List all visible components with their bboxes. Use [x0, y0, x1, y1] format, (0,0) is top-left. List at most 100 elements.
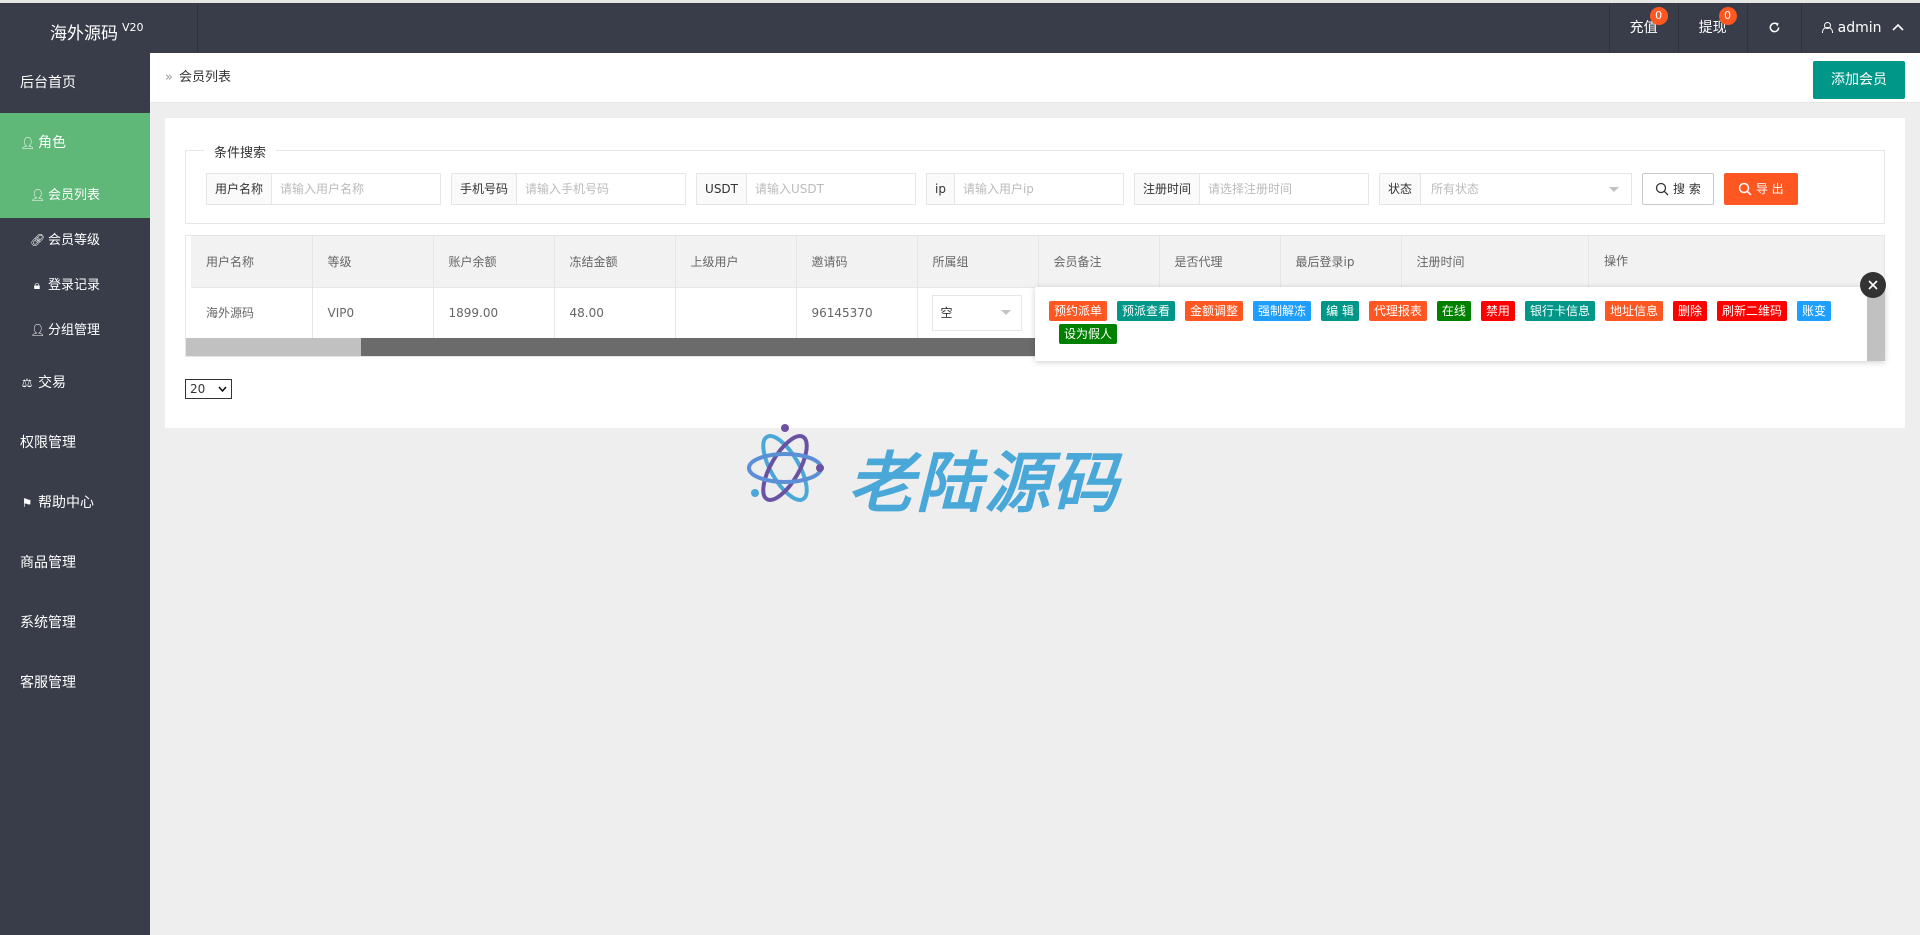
sidebar-subitem-label: 分组管理 [48, 323, 101, 338]
cell-parent [675, 287, 797, 339]
popup-scrollbar[interactable] [1867, 287, 1885, 361]
column-header[interactable]: 冻结金额 [554, 236, 676, 288]
search-row: 用户名称 手机号码 USDT ip 注册时间 状态 所有状态 [206, 173, 1798, 205]
scrollbar-track-left [186, 338, 361, 356]
group-select[interactable]: 空 [931, 294, 1022, 331]
reg-time-filter-label: 注册时间 [1134, 174, 1200, 204]
link-icon: 🔗︎ [30, 233, 46, 247]
chevron-down-icon [218, 386, 227, 392]
table-header-row: 用户名称 等级 账户余额 冻结金额 上级用户 邀请码 所属组 会员备注 是否代理… [191, 236, 1602, 288]
recharge-badge: 0 [1649, 7, 1668, 25]
reg-time-input[interactable] [1199, 174, 1368, 204]
action-button[interactable]: 地址信息 [1604, 301, 1663, 321]
page-size-select[interactable]: 20 [185, 379, 232, 399]
page-size-value: 20 [190, 382, 206, 396]
close-popup-button[interactable] [1860, 272, 1886, 298]
action-button[interactable]: 禁用 [1480, 301, 1515, 321]
main-panel: 条件搜索 用户名称 手机号码 USDT ip 注册时间 [165, 118, 1905, 428]
export-button-label: 导 出 [1755, 182, 1784, 196]
phone-filter: 手机号码 [451, 173, 687, 205]
action-button[interactable]: 预约派单 [1049, 301, 1108, 321]
search-button[interactable]: 搜 索 [1642, 173, 1714, 205]
watermark-logo: 老陆源码 [743, 420, 1183, 522]
action-button[interactable]: 设为假人 [1059, 324, 1118, 344]
column-header[interactable]: 是否代理 [1159, 236, 1281, 288]
column-header[interactable]: 上级用户 [675, 236, 797, 288]
row-actions-popup: 预约派单 预派查看 金额调整 强制解冻编 辑代理报表 在线 禁用 银行卡信息 地址信息 删除 刷新… [1035, 287, 1885, 361]
cell-level: VIP0 [312, 287, 434, 339]
watermark-text: 老陆源码 [848, 445, 1120, 522]
search-icon [1655, 182, 1669, 196]
sidebar-item-label: 角色 [38, 135, 66, 151]
sidebar-item-system[interactable]: 系统管理 [0, 593, 150, 653]
sidebar-item-help[interactable]: ⚑︎ 帮助中心 [0, 473, 150, 533]
sidebar-item-label: 客服管理 [20, 675, 76, 691]
status-select[interactable]: 所有状态 [1421, 174, 1631, 204]
row-actions: 预约派单 预派查看 金额调整 强制解冻编 辑代理报表 在线 禁用 银行卡信息 地址信息 删除 刷新… [1049, 301, 1859, 347]
action-button[interactable]: 在线 [1436, 301, 1471, 321]
sidebar-subitem-member-level[interactable]: 🔗︎ 会员等级 [0, 218, 150, 263]
search-legend: 条件搜索 [204, 142, 277, 161]
withdraw-button[interactable]: 提现 0 [1677, 3, 1747, 53]
add-member-button[interactable]: 添加会员 [1813, 61, 1905, 99]
refresh-icon [1769, 22, 1780, 33]
action-button[interactable]: 账变 [1797, 301, 1832, 321]
user-icon [1821, 22, 1833, 33]
username-filter: 用户名称 [206, 173, 442, 205]
column-header[interactable]: 邀请码 [796, 236, 918, 288]
sidebar-subitem-login-log[interactable]: 🔒︎ 登录记录 [0, 263, 150, 308]
column-header[interactable]: 注册时间 [1401, 236, 1602, 288]
sidebar-item-role[interactable]: 👤︎ 角色 [0, 113, 150, 173]
export-button[interactable]: 导 出 [1723, 173, 1798, 205]
ip-input[interactable] [954, 174, 1123, 204]
sidebar-item-products[interactable]: 商品管理 [0, 533, 150, 593]
column-header[interactable]: 所属组 [917, 236, 1039, 288]
action-button[interactable]: 编 辑 [1321, 301, 1359, 321]
action-button[interactable]: 金额调整 [1185, 301, 1244, 321]
user-menu[interactable]: admin [1800, 3, 1920, 53]
sidebar-subitem-label: 会员等级 [48, 233, 101, 248]
sidebar-item-label: 交易 [38, 375, 66, 391]
username-input[interactable] [272, 174, 441, 204]
app-logo[interactable]: 海外源码 V20 [0, 3, 198, 53]
reg-time-filter: 注册时间 [1133, 173, 1369, 205]
breadcrumb-current: 会员列表 [178, 70, 231, 85]
user-icon: 👤︎ [20, 136, 36, 150]
column-header[interactable]: 用户名称 [191, 236, 313, 288]
sidebar-item-label: 系统管理 [20, 615, 76, 631]
column-header[interactable]: 会员备注 [1038, 236, 1160, 288]
sidebar-item-home[interactable]: 后台首页 [0, 53, 150, 113]
usdt-input[interactable] [747, 174, 916, 204]
ip-filter-label: ip [927, 174, 955, 204]
action-button[interactable]: 代理报表 [1368, 301, 1427, 321]
app-title: 海外源码 [50, 24, 118, 44]
column-header[interactable]: 等级 [312, 236, 434, 288]
top-bar: 海外源码 V20 充值 0 提现 0 admin [0, 0, 1920, 53]
top-right-nav: 充值 0 提现 0 admin [1608, 3, 1920, 53]
sidebar-item-support[interactable]: 客服管理 [0, 653, 150, 713]
refresh-button[interactable] [1746, 3, 1801, 53]
cell-balance: 1899.00 [433, 287, 555, 339]
action-button[interactable]: 强制解冻 [1253, 301, 1312, 321]
phone-input[interactable] [517, 174, 686, 204]
recharge-button[interactable]: 充值 0 [1608, 3, 1678, 53]
user-icon: 👤︎ [30, 323, 46, 337]
sidebar-item-label: 后台首页 [20, 75, 76, 91]
action-button[interactable]: 刷新二维码 [1716, 301, 1787, 321]
action-button[interactable]: 预派查看 [1117, 301, 1176, 321]
phone-filter-label: 手机号码 [452, 174, 518, 204]
sidebar-item-label: 帮助中心 [38, 495, 94, 511]
status-filter: 状态 所有状态 [1378, 173, 1632, 205]
flag-icon: ⚑︎ [21, 496, 33, 510]
action-button[interactable]: 删除 [1672, 301, 1707, 321]
search-button-label: 搜 索 [1673, 182, 1701, 196]
sidebar-item-permissions[interactable]: 权限管理 [0, 413, 150, 473]
cell-group: 空 [917, 287, 1039, 339]
sidebar-item-trade[interactable]: ⚖︎ 交易 [0, 353, 150, 413]
column-header[interactable]: 账户余额 [433, 236, 555, 288]
sidebar-subitem-group-manage[interactable]: 👤︎ 分组管理 [0, 308, 150, 353]
action-button[interactable]: 银行卡信息 [1524, 301, 1595, 321]
column-header[interactable]: 最后登录ip [1280, 236, 1402, 288]
sidebar-subitem-member-list[interactable]: 👤︎ 会员列表 [0, 173, 150, 218]
search-fieldset: 条件搜索 用户名称 手机号码 USDT ip 注册时间 [185, 142, 1885, 224]
